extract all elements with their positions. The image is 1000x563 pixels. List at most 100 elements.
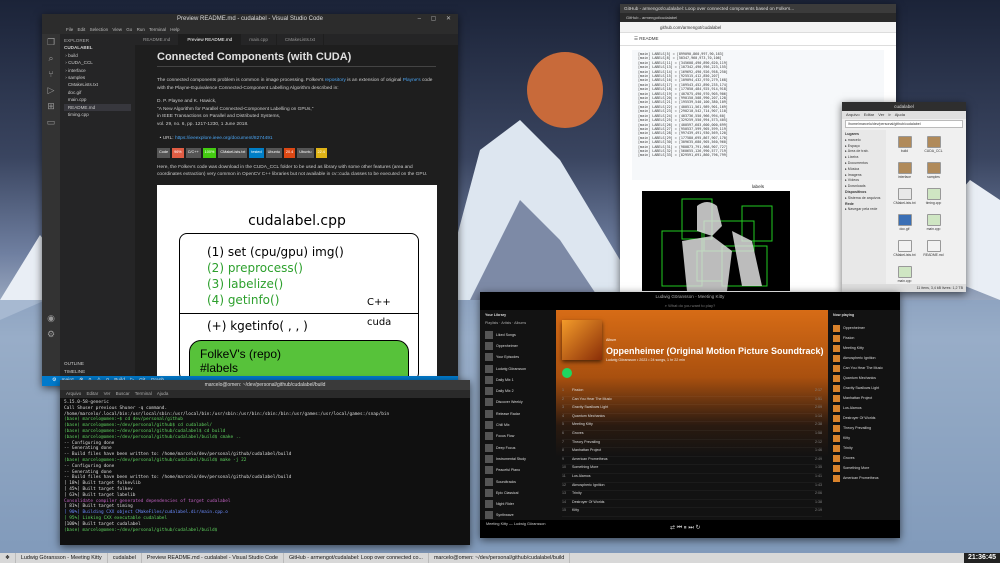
menu-item[interactable]: Editar: [864, 112, 874, 117]
library-item[interactable]: Night Rider: [485, 498, 551, 509]
track-row[interactable]: 15 Kitty 2:19: [562, 508, 822, 517]
library-item[interactable]: Soundtracks: [485, 476, 551, 487]
taskbar-item[interactable]: Preview README.md - cudalabel - Visual S…: [142, 553, 284, 563]
track-row[interactable]: 4 Quantum Mechanics 1:14: [562, 414, 822, 423]
app-menu-icon[interactable]: ❖: [0, 553, 16, 563]
track-row[interactable]: 11 Los Alamos 1:41: [562, 474, 822, 483]
queue-item[interactable]: Atmospheric Ignition: [833, 353, 897, 363]
library-item[interactable]: Release Radar: [485, 408, 551, 419]
queue-item[interactable]: Oppenheimer: [833, 323, 897, 333]
filter-albums[interactable]: Albums: [514, 321, 526, 325]
track-row[interactable]: 14 Destroyer Of Worlds 1:38: [562, 500, 822, 509]
queue-item[interactable]: Gravity Swallows Light: [833, 383, 897, 393]
library-item[interactable]: Epic Classical: [485, 487, 551, 498]
queue-item[interactable]: American Prometheus: [833, 473, 897, 483]
library-item[interactable]: Daily Mix 1: [485, 374, 551, 385]
menu-item[interactable]: Ver: [104, 391, 111, 396]
menu-terminal[interactable]: Terminal: [149, 27, 166, 32]
file-item[interactable]: build: [892, 136, 917, 158]
track-row[interactable]: 9 American Prometheus 2:49: [562, 457, 822, 466]
menu-go[interactable]: Go: [126, 27, 132, 32]
menu-run[interactable]: Run: [137, 27, 145, 32]
file-item[interactable]: samples: [921, 162, 946, 184]
library-item[interactable]: Your Episodes: [485, 352, 551, 363]
track-row[interactable]: 5 Meeting Kitty 2:38: [562, 422, 822, 431]
tree-item[interactable]: main.cpp: [64, 96, 131, 103]
search-icon[interactable]: ⌕: [42, 50, 60, 66]
library-item[interactable]: Chill Mix: [485, 419, 551, 430]
device-item[interactable]: ▸ Sistema de arquivos: [845, 196, 883, 202]
menu-item[interactable]: Editar: [87, 391, 99, 396]
tab-cmakelists[interactable]: CMakeLists.txt: [277, 34, 325, 45]
track-row[interactable]: 7 Theory Prevailing 2:12: [562, 440, 822, 449]
file-item[interactable]: main.cpp: [921, 214, 946, 236]
settings-gear-icon[interactable]: ⚙: [42, 326, 60, 342]
terminal-output[interactable]: 5.15.0-58-generic Call Shuser previous Sh…: [60, 398, 470, 535]
menu-file[interactable]: File: [66, 27, 73, 32]
track-row[interactable]: 1 Fission 2:17: [562, 388, 822, 397]
library-item[interactable]: Oppenheimer: [485, 340, 551, 351]
spotify-search[interactable]: ⌕ What do you want to play?: [480, 301, 900, 310]
library-item[interactable]: Daily Mix 2: [485, 385, 551, 396]
menu-edit[interactable]: Edit: [78, 27, 86, 32]
menu-item[interactable]: Arquivo: [66, 391, 81, 396]
ieee-link[interactable]: https://ieeexplore.ieee.org/document/827…: [175, 136, 273, 141]
filter-artists[interactable]: Artists: [501, 321, 511, 325]
queue-item[interactable]: Meeting Kitty: [833, 343, 897, 353]
tree-item[interactable]: timing.cpp: [64, 111, 131, 118]
tab-readme[interactable]: README.md: [135, 34, 180, 45]
tab-preview-readme[interactable]: Preview README.md: [179, 34, 242, 45]
tree-item[interactable]: › build: [64, 52, 131, 59]
filter-playlists[interactable]: Playlists: [485, 321, 498, 325]
outline-section[interactable]: OUTLINE: [64, 360, 84, 367]
queue-item[interactable]: Manhattan Project: [833, 393, 897, 403]
queue-item[interactable]: Theory Prevailing: [833, 423, 897, 433]
tab-main-cpp[interactable]: main.cpp: [241, 34, 277, 45]
file-item[interactable]: interface: [892, 162, 917, 184]
files-icon[interactable]: ❐: [42, 34, 60, 50]
taskbar-item[interactable]: marcelo@omen: ~/dev/personal/github/cuda…: [429, 553, 571, 563]
tree-item[interactable]: › samples: [64, 74, 131, 81]
queue-item[interactable]: Quantum Mechanics: [833, 373, 897, 383]
playback-controls[interactable]: ⇄ ⏮ ⏸ ⏭ ↻: [670, 524, 701, 532]
menu-help[interactable]: Help: [170, 27, 179, 32]
tree-item[interactable]: doc.gif: [64, 89, 131, 96]
tree-item-selected[interactable]: README.md: [64, 103, 131, 111]
window-controls[interactable]: – ▢ ✕: [418, 14, 455, 25]
tree-item[interactable]: › interface: [64, 67, 131, 74]
network-item[interactable]: ▸ Navegar pela rede: [845, 207, 883, 213]
file-item[interactable]: CMakeLists.txt: [892, 188, 917, 210]
queue-item[interactable]: Trinity: [833, 443, 897, 453]
track-row[interactable]: 13 Trinity 2:06: [562, 491, 822, 500]
track-row[interactable]: 8 Manhattan Project 1:46: [562, 448, 822, 457]
library-item[interactable]: Liked Songs: [485, 329, 551, 340]
track-row[interactable]: 10 Something More 1:35: [562, 465, 822, 474]
taskbar-item[interactable]: GitHub - armengot/cudalabel: Loop over c…: [284, 553, 429, 563]
queue-item[interactable]: Can You Hear The Music: [833, 363, 897, 373]
queue-item[interactable]: Fission: [833, 333, 897, 343]
playne-link[interactable]: Playne's: [403, 78, 421, 83]
menu-item[interactable]: Ir: [888, 112, 890, 117]
library-item[interactable]: Instrumental Study: [485, 453, 551, 464]
file-item[interactable]: README.md: [921, 240, 946, 262]
tree-item[interactable]: › CUDA_CCL: [64, 59, 131, 66]
queue-item[interactable]: Destroyer Of Worlds: [833, 413, 897, 423]
address-bar[interactable]: github.com/armengot/cudalabel: [620, 22, 896, 33]
menu-item[interactable]: Terminal: [135, 391, 152, 396]
menu-view[interactable]: View: [112, 27, 122, 32]
timeline-section[interactable]: TIMELINE: [64, 368, 85, 375]
menu-item[interactable]: Buscar: [116, 391, 130, 396]
track-row[interactable]: 12 Atmospheric Ignition 1:43: [562, 483, 822, 492]
location-bar[interactable]: /home/marcelo/dev/personal/github/cudala…: [845, 120, 963, 128]
extensions-icon[interactable]: ⊞: [42, 98, 60, 114]
library-item[interactable]: Deep Focus: [485, 442, 551, 453]
remote-icon[interactable]: ▭: [42, 114, 60, 130]
source-control-icon[interactable]: ⑂: [42, 66, 60, 82]
taskbar-item[interactable]: cudalabel: [108, 553, 142, 563]
library-item[interactable]: Discover Weekly: [485, 397, 551, 408]
file-item[interactable]: CUDA_CCL: [921, 136, 946, 158]
menu-item[interactable]: Arquivo: [846, 112, 860, 117]
browser-tab[interactable]: GitHub - armengot/cudalabel: [620, 13, 896, 22]
play-button[interactable]: [562, 368, 572, 378]
queue-item[interactable]: Kitty: [833, 433, 897, 443]
